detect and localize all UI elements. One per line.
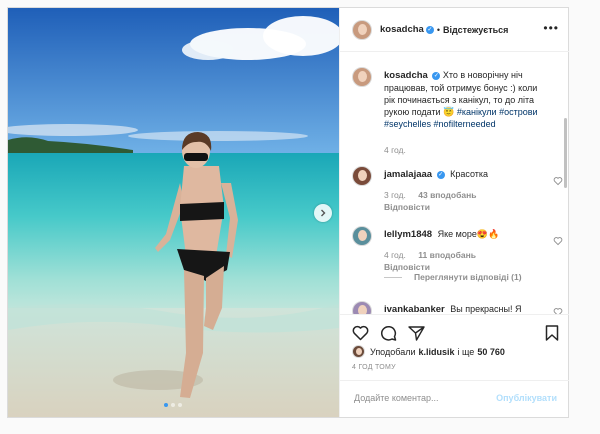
hashtag-link[interactable]: #seychelles bbox=[384, 119, 431, 129]
hashtag-link[interactable]: #канікули bbox=[457, 107, 497, 117]
author-avatar[interactable] bbox=[352, 67, 372, 87]
comment-username[interactable]: jamalajaaa bbox=[384, 169, 432, 180]
likes-summary: Уподобали k.lidusik і ще 50 760 bbox=[352, 345, 505, 358]
add-comment-bar: Опублікувати bbox=[340, 380, 569, 418]
save-bookmark-icon[interactable] bbox=[545, 325, 559, 341]
like-comment-heart-icon[interactable] bbox=[553, 307, 563, 314]
comment-text: Яке море😍🔥 bbox=[437, 229, 500, 239]
likes-count[interactable]: 50 760 bbox=[477, 347, 505, 357]
likes-prefix: Уподобали bbox=[370, 346, 416, 357]
carousel-dot bbox=[178, 403, 182, 407]
liker-avatar[interactable] bbox=[352, 345, 365, 358]
publish-button[interactable]: Опублікувати bbox=[496, 393, 557, 403]
post-timestamp[interactable]: 4 ГОД ТОМУ bbox=[352, 364, 396, 371]
instagram-post: kosadcha ✓ • Відстежується ••• kosadcha … bbox=[7, 7, 569, 418]
like-comment-heart-icon[interactable] bbox=[553, 236, 563, 246]
post-sidebar: kosadcha ✓ • Відстежується ••• kosadcha … bbox=[339, 8, 569, 417]
reply-button[interactable]: Відповісти bbox=[384, 262, 430, 272]
comment-text: Вы прекрасны! Я bbox=[450, 304, 522, 314]
verified-badge-icon: ✓ bbox=[432, 71, 441, 80]
like-heart-icon[interactable] bbox=[352, 325, 369, 341]
carousel-dot-active bbox=[164, 403, 168, 407]
following-button[interactable]: Відстежується bbox=[443, 25, 508, 35]
replies-divider bbox=[384, 276, 402, 278]
author-avatar[interactable] bbox=[352, 19, 372, 40]
post-header: kosadcha ✓ • Відстежується ••• bbox=[340, 8, 569, 52]
hashtag-link[interactable]: #острови bbox=[499, 107, 537, 117]
carousel-dot bbox=[171, 403, 175, 407]
comments-scrollbar[interactable] bbox=[564, 118, 567, 188]
comment-input[interactable] bbox=[352, 392, 496, 404]
comment-likes[interactable]: 43 вподобань bbox=[418, 190, 476, 200]
verified-badge-icon: ✓ bbox=[425, 25, 434, 34]
caption-time[interactable]: 4 год. bbox=[384, 145, 406, 155]
share-direct-icon[interactable] bbox=[408, 325, 425, 341]
comment-likes[interactable]: 11 вподобань bbox=[418, 250, 476, 260]
likes-suffix: і ще bbox=[457, 346, 475, 357]
author-username[interactable]: kosadcha bbox=[380, 24, 424, 35]
liker-username[interactable]: k.lidusik bbox=[418, 347, 454, 357]
caption-emoji: 😇 bbox=[443, 107, 455, 117]
commenter-avatar[interactable] bbox=[352, 226, 372, 246]
post-photo[interactable] bbox=[8, 8, 339, 417]
carousel-indicator bbox=[164, 403, 182, 407]
next-photo-button[interactable] bbox=[314, 204, 332, 222]
comment-username[interactable]: ivankabanker bbox=[384, 304, 445, 314]
like-comment-heart-icon[interactable] bbox=[553, 176, 563, 186]
verified-badge-icon: ✓ bbox=[436, 170, 445, 179]
commenter-avatar[interactable] bbox=[352, 166, 372, 186]
reply-button[interactable]: Відповісти bbox=[384, 202, 430, 212]
comments-section[interactable]: kosadcha ✓ Хто в новорічну ніч працював,… bbox=[340, 52, 569, 314]
comment-text: Красотка bbox=[450, 169, 489, 179]
caption-username[interactable]: kosadcha bbox=[384, 70, 428, 81]
view-replies-label: Переглянути відповіді (1) bbox=[414, 272, 522, 282]
beach-photo bbox=[8, 8, 339, 417]
more-options-icon[interactable]: ••• bbox=[543, 21, 559, 35]
view-replies-button[interactable]: Переглянути відповіді (1) bbox=[384, 272, 522, 282]
hashtag-link[interactable]: #nofilterneeded bbox=[434, 119, 496, 129]
comment-bubble-icon[interactable] bbox=[380, 325, 397, 341]
chevron-right-icon bbox=[321, 209, 326, 217]
comment-time[interactable]: 3 год. bbox=[384, 190, 406, 200]
separator-dot: • bbox=[436, 24, 440, 35]
comment-username[interactable]: lellym1848 bbox=[384, 229, 432, 240]
comment-time[interactable]: 4 год. bbox=[384, 250, 406, 260]
commenter-avatar[interactable] bbox=[352, 301, 372, 314]
